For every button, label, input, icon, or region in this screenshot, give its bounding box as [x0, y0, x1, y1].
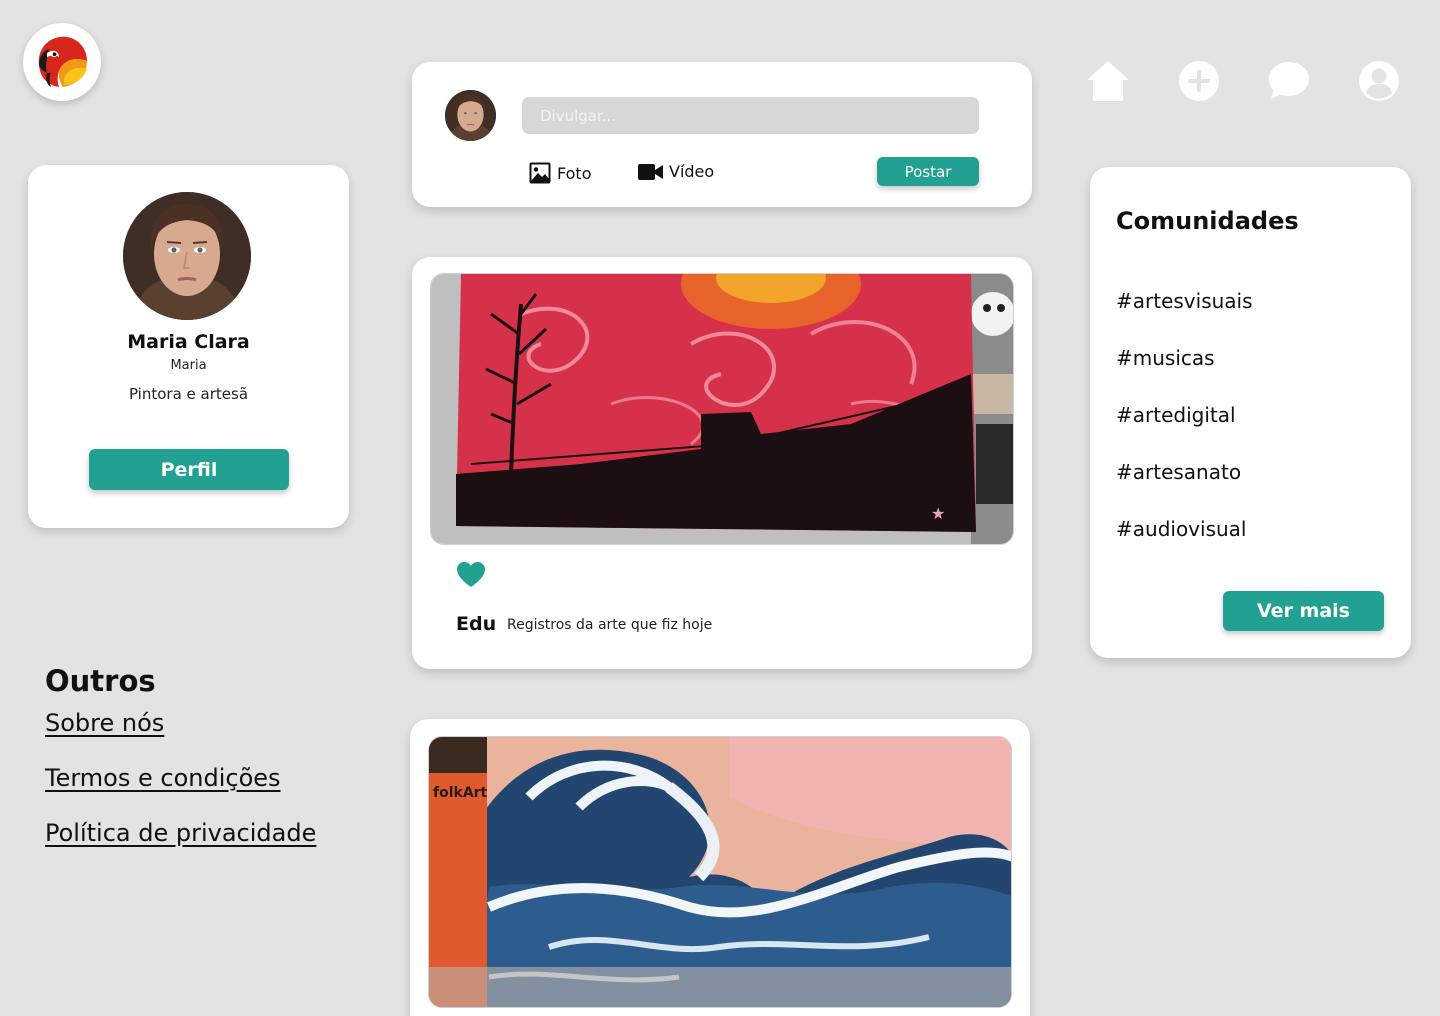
profile-name: Maria Clara: [127, 331, 250, 353]
link-about[interactable]: Sobre nós: [45, 709, 164, 737]
composer-avatar: [445, 90, 496, 141]
profile-username: Maria: [170, 358, 207, 373]
profile-avatar[interactable]: [123, 192, 251, 320]
video-camera-icon: [638, 163, 663, 180]
nav-home[interactable]: [1085, 58, 1131, 104]
image-icon: [529, 162, 551, 184]
outros-title: Outros: [45, 664, 156, 698]
profile-button[interactable]: Perfil: [89, 449, 289, 490]
post-image[interactable]: folkArt: [428, 736, 1012, 1008]
profile-card: Maria Clara Maria Pintora e artesã Perfi…: [28, 165, 349, 528]
composer-input[interactable]: [522, 97, 979, 134]
chat-icon: [1269, 62, 1309, 99]
nav-messages[interactable]: [1266, 58, 1312, 104]
app-logo[interactable]: [23, 23, 101, 101]
community-item[interactable]: #musicas: [1116, 346, 1215, 370]
user-circle-icon: [1359, 61, 1399, 101]
post-card: ★ Edu Registros da arte que fiz hoje: [412, 257, 1032, 669]
plus-circle-icon: [1179, 61, 1219, 101]
community-item[interactable]: #artesvisuais: [1116, 289, 1253, 313]
video-label: Vídeo: [669, 162, 715, 181]
photo-action[interactable]: Foto: [529, 162, 591, 184]
community-item[interactable]: #audiovisual: [1116, 517, 1246, 541]
parrot-logo-icon: [29, 29, 95, 95]
community-item[interactable]: #artesanato: [1116, 460, 1241, 484]
post-composer: Foto Vídeo Postar: [412, 62, 1032, 207]
communities-card: Comunidades #artesvisuais #musicas #arte…: [1090, 167, 1411, 658]
community-item[interactable]: #artedigital: [1116, 403, 1236, 427]
post-button[interactable]: Postar: [877, 157, 979, 186]
post-caption: Registros da arte que fiz hoje: [507, 617, 713, 633]
post-card: folkArt: [410, 719, 1030, 1016]
painting-red-sky-silhouette: ★: [431, 274, 1013, 544]
post-author[interactable]: Edu: [456, 613, 496, 635]
nav-account[interactable]: [1356, 58, 1402, 104]
avatar-portrait: [123, 192, 251, 320]
see-more-button[interactable]: Ver mais: [1223, 591, 1384, 631]
profile-bio: Pintora e artesã: [128, 385, 249, 403]
heart-icon[interactable]: [456, 561, 486, 588]
post-image[interactable]: ★: [430, 273, 1014, 545]
communities-title: Comunidades: [1116, 207, 1299, 235]
link-privacy[interactable]: Política de privacidade: [45, 819, 316, 847]
painting-ocean-wave: folkArt: [429, 737, 1011, 1007]
home-icon: [1087, 61, 1129, 101]
video-action[interactable]: Vídeo: [638, 162, 714, 181]
svg-text:★: ★: [931, 504, 945, 523]
nav-create[interactable]: [1176, 58, 1222, 104]
photo-label: Foto: [557, 163, 592, 183]
svg-text:folkArt: folkArt: [433, 785, 488, 801]
link-terms[interactable]: Termos e condições: [45, 764, 281, 792]
avatar-portrait-small: [445, 90, 496, 141]
